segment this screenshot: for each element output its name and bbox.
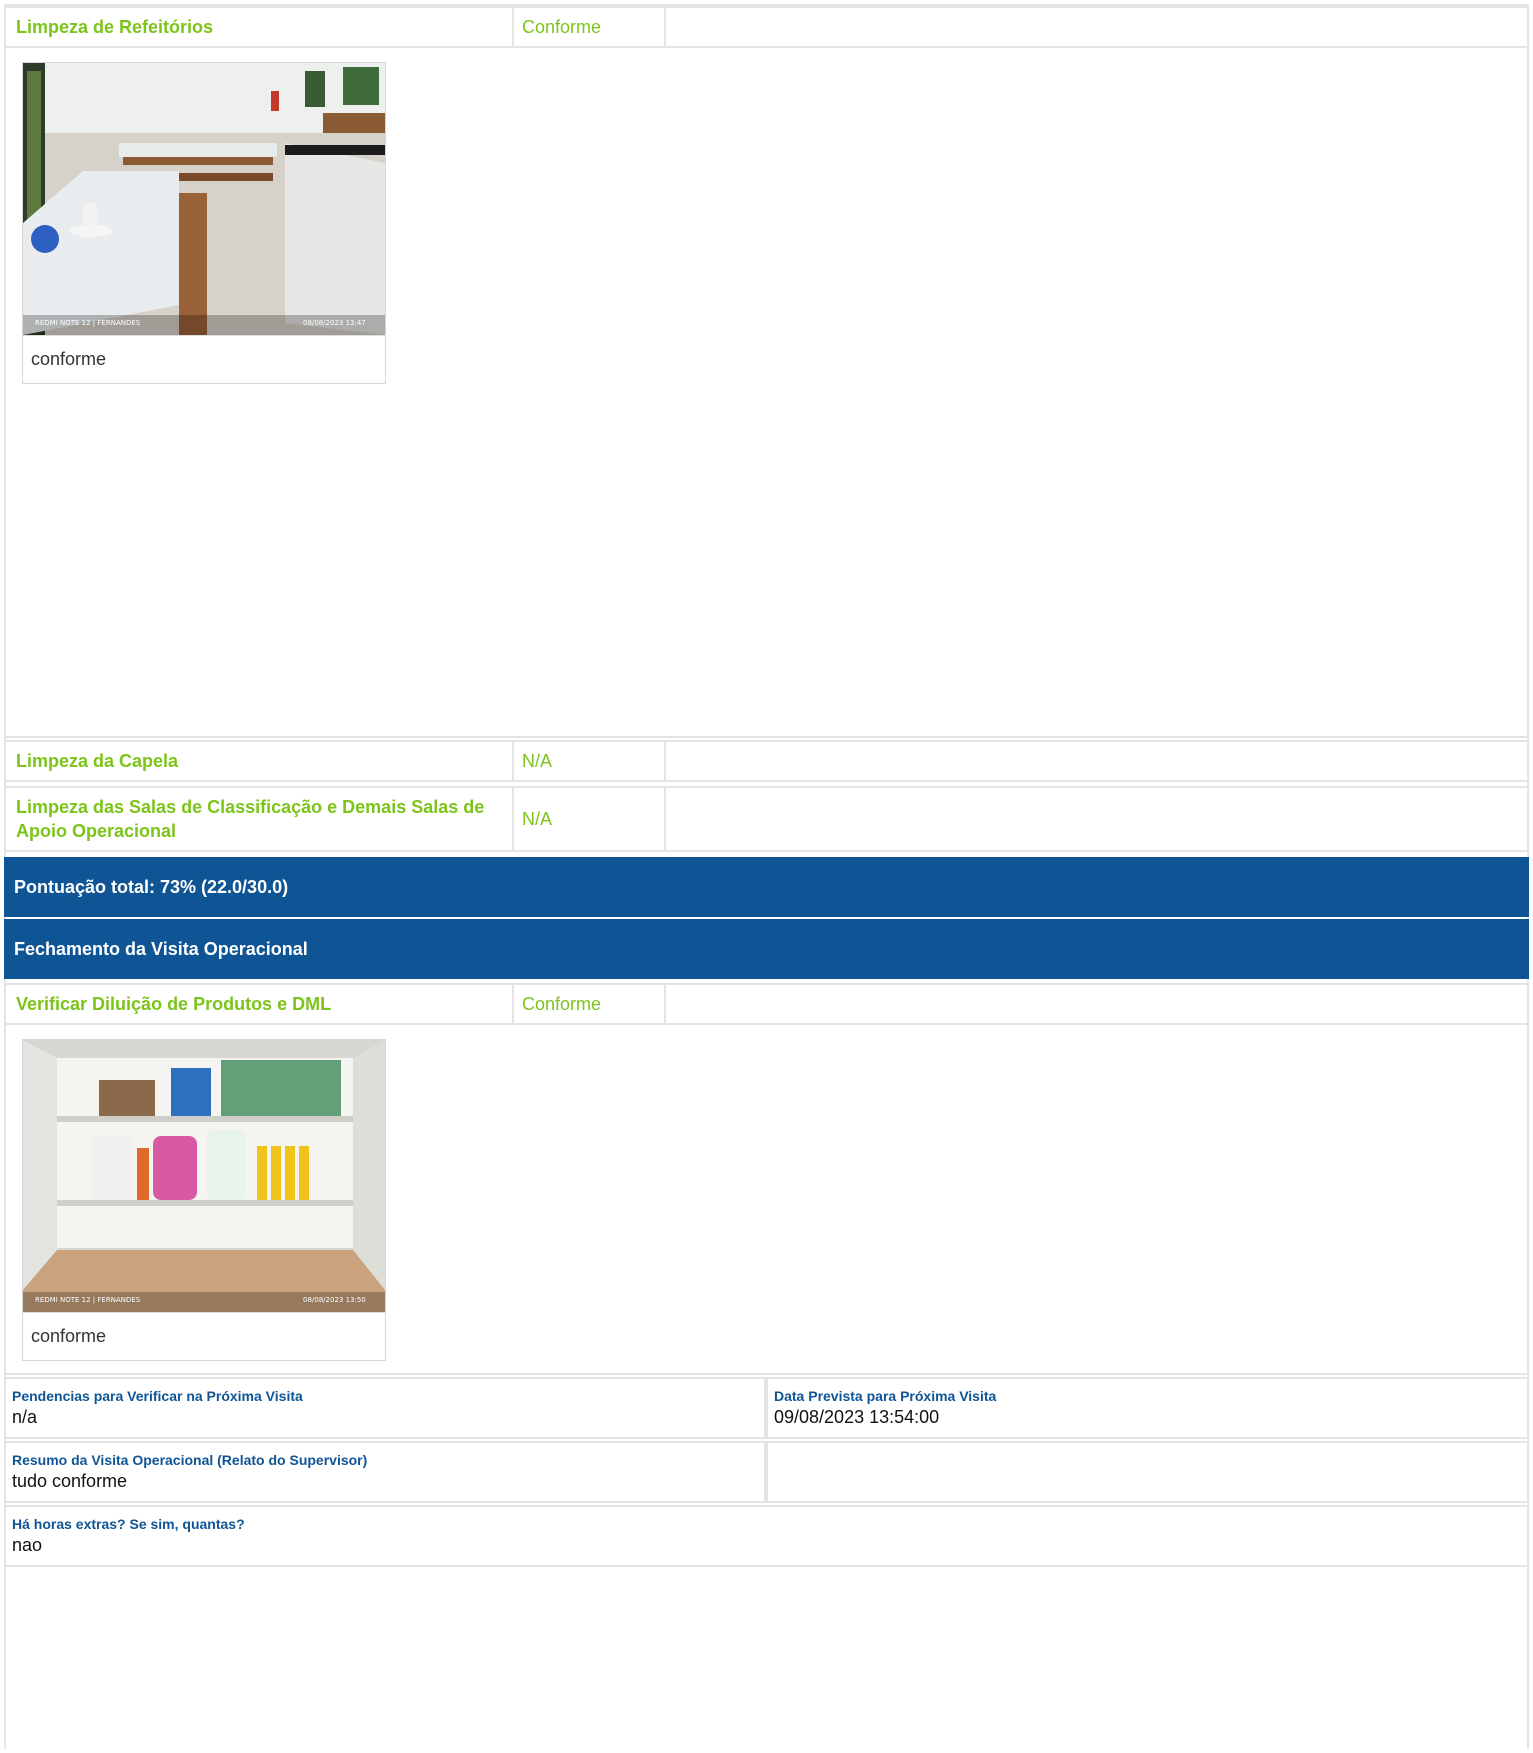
field-label: Resumo da Visita Operacional (Relato do … [12,1452,368,1468]
refeitorio-photo[interactable]: REDMI NOTE 12 | FERNANDES 08/08/2023 13:… [23,63,385,335]
item-status: Conforme [514,8,666,46]
checklist-row-capela: Limpeza da Capela N/A [4,740,1529,782]
dml-photo[interactable]: REDMI NOTE 12 | FERNANDES 08/08/2023 13:… [23,1040,385,1312]
section-header-fechamento: Fechamento da Visita Operacional [4,919,1529,979]
photo-block-refeitorios: REDMI NOTE 12 | FERNANDES 08/08/2023 13:… [4,48,1529,738]
field-value: tudo conforme [12,1471,128,1491]
field-horas-extras: Há horas extras? Se sim, quantas? nao [4,1505,1529,1567]
checklist-row-diluicao: Verificar Diluição de Produtos e DML Con… [4,983,1529,1025]
photo-stamp-left: REDMI NOTE 12 | FERNANDES [35,1296,141,1304]
checklist-row-salas: Limpeza das Salas de Classificação e Dem… [4,786,1529,852]
checklist-row-refeitorios: Limpeza de Refeitórios Conforme [4,6,1529,48]
total-score-bar: Pontuação total: 73% (22.0/30.0) [4,857,1529,917]
item-title: Verificar Diluição de Produtos e DML [6,985,514,1023]
item-status: Conforme [514,985,666,1023]
field-label: Pendencias para Verificar na Próxima Vis… [12,1388,303,1404]
photo-stamp-left: REDMI NOTE 12 | FERNANDES [35,319,141,327]
photo-card: REDMI NOTE 12 | FERNANDES 08/08/2023 13:… [22,1039,386,1361]
item-title: Limpeza das Salas de Classificação e Dem… [6,788,514,850]
field-value: 09/08/2023 13:54:00 [774,1407,940,1427]
item-status: N/A [514,788,666,850]
field-value: n/a [12,1407,38,1427]
photo-caption: conforme [23,1312,385,1360]
field-pendencias: Pendencias para Verificar na Próxima Vis… [4,1377,766,1439]
item-title: Limpeza de Refeitórios [6,8,514,46]
photo-caption: conforme [23,335,385,383]
item-status: N/A [514,742,666,780]
photo-stamp-right: 08/08/2023 13:47 [303,319,366,327]
photo-block-diluicao: REDMI NOTE 12 | FERNANDES 08/08/2023 13:… [4,1025,1529,1375]
item-notes-cell [666,788,1527,850]
field-empty [766,1441,1529,1503]
field-value: nao [12,1535,43,1555]
photo-card: REDMI NOTE 12 | FERNANDES 08/08/2023 13:… [22,62,386,384]
photo-stamp-right: 08/08/2023 13:50 [303,1296,366,1304]
item-title: Limpeza da Capela [6,742,514,780]
field-label: Há horas extras? Se sim, quantas? [12,1516,245,1532]
field-resumo: Resumo da Visita Operacional (Relato do … [4,1441,766,1503]
field-data-prevista: Data Prevista para Próxima Visita 09/08/… [766,1377,1529,1439]
item-notes-cell [666,8,1527,46]
field-label: Data Prevista para Próxima Visita [774,1388,997,1404]
item-notes-cell [666,742,1527,780]
item-notes-cell [666,985,1527,1023]
